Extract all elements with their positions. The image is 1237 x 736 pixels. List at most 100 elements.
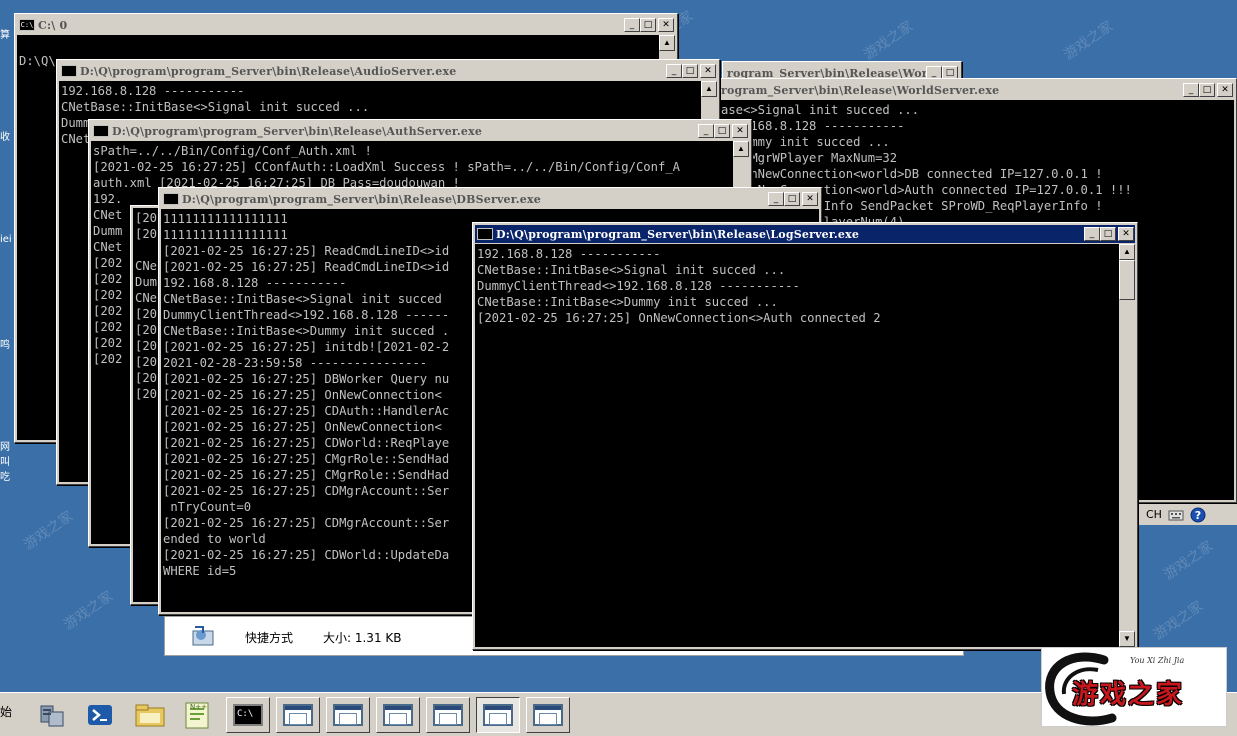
taskbar-window-button[interactable] (326, 697, 370, 733)
window-title: D:\Q\program\program_Server\bin\Release\… (80, 64, 457, 78)
window-title: C:\ 0 (38, 18, 68, 32)
svg-text:N++: N++ (190, 703, 207, 711)
desktop: 算 收 iei 鸣 网叫吃 游戏之家 游戏之家 游戏之家 游戏之家 游戏之家 游… (0, 0, 1237, 692)
logo-title: 游戏之家 (1072, 680, 1185, 710)
console-line: [2021-02-25 16:27:25] OnNewConnection<>A… (477, 311, 881, 325)
taskbar-window-button-active[interactable] (476, 697, 520, 733)
keyboard-icon[interactable] (1168, 507, 1184, 523)
maximize-button[interactable]: □ (784, 192, 800, 206)
svg-text:?: ? (1195, 509, 1201, 522)
server-manager-icon[interactable] (30, 698, 74, 732)
close-button[interactable]: ✕ (802, 192, 818, 206)
taskbar-window-button[interactable] (526, 697, 570, 733)
minimize-button[interactable]: _ (698, 124, 714, 138)
scroll-up-icon[interactable]: ▲ (701, 81, 717, 97)
console-line: CNetBase::InitBase<>Signal init succed .… (477, 263, 786, 277)
scroll-up-icon[interactable]: ▲ (1119, 244, 1135, 260)
cmd-icon: C:\ (233, 704, 263, 726)
maximize-button[interactable]: □ (1199, 83, 1215, 97)
close-button[interactable]: ✕ (1217, 83, 1233, 97)
left-edge-icons: 算 收 iei 鸣 网叫吃 (0, 20, 14, 483)
console-line: 192.168.8.128 ----------- (477, 247, 661, 261)
window-title: D:\Q\program\program_Server\bin\Release\… (182, 192, 541, 206)
scrollbar[interactable]: ▲ ▼ (1119, 244, 1135, 647)
window-icon (383, 704, 413, 726)
log-window[interactable]: D:\Q\program\program_Server\bin\Release\… (472, 222, 1138, 650)
window-icon (333, 704, 363, 726)
taskbar-cmd-button[interactable]: C:\ (226, 697, 270, 733)
window-icon (433, 704, 463, 726)
minimize-button[interactable]: _ (1084, 227, 1100, 241)
minimize-button[interactable]: _ (1183, 83, 1199, 97)
console-icon (163, 193, 179, 205)
watermark: 游戏之家 (861, 18, 917, 64)
console-icon (477, 228, 493, 240)
console-line: 192.168.8.128 ----------- (61, 84, 245, 98)
scroll-up-icon[interactable]: ▲ (659, 35, 675, 51)
taskbar-window-button[interactable] (426, 697, 470, 733)
console-line: 5] OnNewConnection<world>DB connected IP… (721, 167, 1103, 181)
console-line: 5] CMgrWPlayer MaxNum=32 (721, 151, 898, 165)
auth-titlebar[interactable]: D:\Q\program\program_Server\bin\Release\… (91, 122, 749, 140)
language-indicator[interactable]: CH (1146, 508, 1162, 521)
audio-titlebar[interactable]: D:\Q\program\program_Server\bin\Release\… (59, 62, 717, 80)
close-button[interactable]: ✕ (1118, 227, 1134, 241)
window-title: D:\Q\program\program_Server\bin\Release\… (496, 227, 860, 241)
close-button[interactable]: ✕ (732, 124, 748, 138)
window-icon (483, 704, 513, 726)
window-title: rogram_Server\bin\Release\WorldServer.ex… (721, 83, 1000, 97)
watermark: 游戏之家 (1151, 598, 1207, 644)
window-icon (533, 704, 563, 726)
maximize-button[interactable]: □ (1100, 227, 1116, 241)
minimize-button[interactable]: _ (768, 192, 784, 206)
console-line: DummyClientThread<>192.168.8.128 -------… (477, 279, 800, 293)
scroll-down-icon[interactable]: ▼ (1119, 631, 1135, 647)
left-edge-label: 算 (0, 30, 10, 41)
console-icon (93, 125, 109, 137)
scroll-thumb[interactable] (1119, 260, 1135, 300)
console-lines: 192.168.8.128 -----------CNetBase::InitB… (477, 246, 1117, 326)
notepad-plus-icon[interactable]: N++ (176, 698, 220, 732)
help-icon[interactable]: ? (1190, 507, 1206, 523)
scroll-up-icon[interactable]: ▲ (733, 141, 749, 157)
log-titlebar[interactable]: D:\Q\program\program_Server\bin\Release\… (475, 225, 1135, 243)
maximize-button[interactable]: □ (714, 124, 730, 138)
left-edge-label: 收 (0, 132, 10, 143)
console-line: ase<>Signal init succed ... (721, 103, 920, 117)
close-button[interactable]: ✕ (700, 64, 716, 78)
db-titlebar[interactable]: D:\Q\program\program_Server\bin\Release\… (161, 190, 819, 208)
powershell-icon[interactable] (78, 698, 122, 732)
taskbar-window-button[interactable] (376, 697, 420, 733)
watermark: 游戏之家 (1161, 538, 1217, 584)
minimize-button[interactable]: _ (624, 18, 640, 32)
console-line: [2021-02-25 16:27:25] CConfAuth::LoadXml… (93, 160, 680, 174)
file-size: 大小: 1.31 KB (323, 631, 402, 645)
file-name: 快捷方式 (245, 631, 294, 645)
start-button[interactable]: 始 (0, 703, 12, 720)
watermark-logo: You Xi Zhi Jia 游戏之家 (1041, 647, 1227, 727)
cmd-titlebar[interactable]: C:\ C:\ 0 _ □ ✕ (17, 16, 675, 34)
world-titlebar[interactable]: rogram_Server\bin\Release\WorldServer.ex… (719, 81, 1234, 99)
console-line: sPath=../../Bin/Config/Conf_Auth.xml ! (93, 144, 372, 158)
watermark: 游戏之家 (21, 508, 77, 554)
minimize-button[interactable]: _ (666, 64, 682, 78)
close-button[interactable]: ✕ (658, 18, 674, 32)
console-icon (61, 65, 77, 77)
console-line: 192.168.8.128 ----------- (721, 119, 905, 133)
shortcut-icon[interactable] (191, 623, 219, 647)
left-edge-label: 鸣 (0, 340, 10, 351)
left-edge-label: iei (0, 234, 12, 245)
console-line: CNetBase::InitBase<>Signal init succed .… (61, 100, 370, 114)
taskbar-window-button[interactable] (276, 697, 320, 733)
logo-subtitle: You Xi Zhi Jia (1130, 656, 1185, 665)
console-output[interactable]: 192.168.8.128 -----------CNetBase::InitB… (475, 244, 1135, 647)
console-line: CNetBase::InitBase<>Dummy init succed ..… (477, 295, 778, 309)
console-icon: C:\ (19, 19, 35, 31)
window-title: D:\Q\program\program_Server\bin\Release\… (112, 124, 483, 138)
maximize-button[interactable]: □ (640, 18, 656, 32)
maximize-button[interactable]: □ (682, 64, 698, 78)
tray-strip: CH ? (1138, 503, 1237, 525)
window-icon (283, 704, 313, 726)
explorer-icon[interactable] (128, 698, 172, 732)
